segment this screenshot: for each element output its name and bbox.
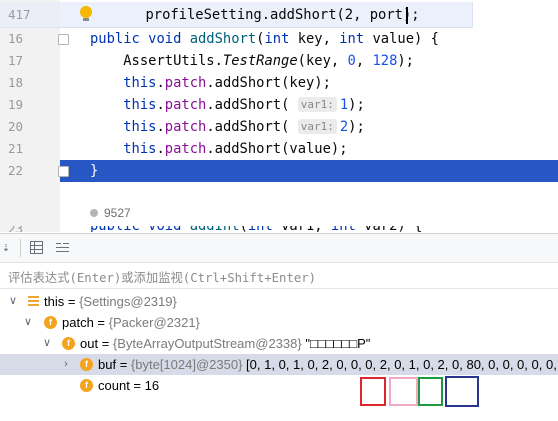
field-icon: f (62, 337, 75, 350)
var-value: {Packer@2321} (108, 315, 200, 330)
tree-row-buf[interactable]: › f buf = {byte[1024]@2350} [0, 1, 0, 1,… (0, 354, 558, 375)
var-string-value: "□□□□□□P" (305, 336, 371, 351)
peek-code: profileSetting.addShort(2, port); (79, 7, 420, 23)
evaluate-expression-field[interactable]: 评估表达式(Enter)或添加监视(Ctrl+Shift+Enter) (0, 262, 558, 289)
fold-icon[interactable] (58, 166, 69, 177)
annotation-box-red (360, 377, 386, 406)
chevron-down-icon[interactable]: ∨ (42, 333, 52, 354)
filter-icon[interactable]: ⇣ (2, 241, 15, 254)
chevron-down-icon[interactable]: ∨ (8, 291, 18, 312)
line-number: 16 (8, 31, 24, 46)
code-line-21: 21 this.patch.addShort(value); (0, 138, 558, 160)
code-line-20: 20 this.patch.addShort( var1: 2); (0, 116, 558, 138)
field-icon: f (80, 358, 93, 371)
evaluate-placeholder: 评估表达式(Enter)或添加监视(Ctrl+Shift+Enter) (8, 271, 317, 285)
var-name: buf (98, 357, 117, 372)
tree-row-this[interactable]: ∨ this = {Settings@2319} (0, 291, 558, 312)
table-icon[interactable] (30, 241, 43, 254)
annotation-box-green (418, 377, 443, 406)
var-name: patch (62, 315, 94, 330)
user-icon (90, 209, 98, 217)
annotation-box-navy (445, 376, 479, 407)
line-number: 22 (8, 163, 24, 178)
var-name: this (44, 294, 65, 309)
code-line-19: 19 this.patch.addShort( var1: 1); (0, 94, 558, 116)
code-text: } (90, 163, 99, 179)
line-number: 17 (8, 53, 24, 68)
var-name: out (80, 336, 99, 351)
line-number: 23 (0, 226, 60, 232)
object-icon (28, 296, 39, 307)
usages-count: 9527 (104, 206, 131, 220)
code-text: this.patch.addShort(key); (123, 75, 331, 91)
code-line-22: 22 } (0, 160, 558, 182)
code-text: public void addInt(int var1, int var2) { (90, 226, 422, 232)
field-icon: f (44, 316, 57, 329)
var-value: {ByteArrayOutputStream@2338} (112, 336, 302, 351)
debugger-toolbar: ⇣ (0, 233, 558, 263)
param-hint: var1: (297, 119, 337, 134)
param-hint: var1: (297, 97, 337, 112)
call-site-peek[interactable]: 417 profileSetting.addShort(2, port); (0, 2, 473, 28)
chevron-down-icon[interactable]: ∨ (23, 312, 33, 333)
code-line-17: 17 AssertUtils.TestRange(key, 0, 128); (0, 50, 558, 72)
annotation-box-pink (389, 377, 418, 406)
line-number: 18 (8, 75, 24, 90)
code-text: AssertUtils.TestRange(key, 0, 128); (90, 53, 414, 69)
code-text: this.patch.addShort( var1: 2); (123, 119, 365, 135)
line-number: 20 (8, 119, 24, 134)
chevron-right-icon[interactable]: › (61, 354, 71, 375)
code-line-18: 18 this.patch.addShort(key); (0, 72, 558, 94)
peek-line-number: 417 (0, 2, 60, 27)
line-number: 19 (8, 97, 24, 112)
watches-icon[interactable] (56, 241, 69, 254)
fold-icon[interactable] (58, 34, 69, 45)
var-name: count (98, 378, 130, 393)
code-text: this.patch.addShort( var1: 1); (123, 97, 365, 113)
line-number: 21 (8, 141, 24, 156)
text-caret (406, 7, 408, 24)
tree-row-out[interactable]: ∨ f out = {ByteArrayOutputStream@2338} "… (0, 333, 558, 354)
code-line-23: 23 public void addInt(int var1, int var2… (0, 226, 558, 232)
code-editor[interactable]: 417 profileSetting.addShort(2, port); 16… (0, 0, 558, 232)
var-value: {Settings@2319} (79, 294, 177, 309)
toolbar-separator (20, 239, 21, 257)
usages-hint[interactable]: 9527 (90, 206, 131, 220)
var-value: {byte[1024]@2350} (130, 357, 243, 372)
code-text: this.patch.addShort(value); (123, 141, 348, 157)
tree-row-patch[interactable]: ∨ f patch = {Packer@2321} (0, 312, 558, 333)
var-value: 16 (144, 378, 160, 393)
field-icon: f (80, 379, 93, 392)
code-line-16: 16 public void addShort(int key, int val… (0, 28, 558, 50)
code-text: public void addShort(int key, int value)… (90, 31, 439, 47)
buf-array-value: [0, 1, 0, 1, 0, 2, 0, 0, 0, 2, 0, 1, 0, … (246, 357, 558, 372)
